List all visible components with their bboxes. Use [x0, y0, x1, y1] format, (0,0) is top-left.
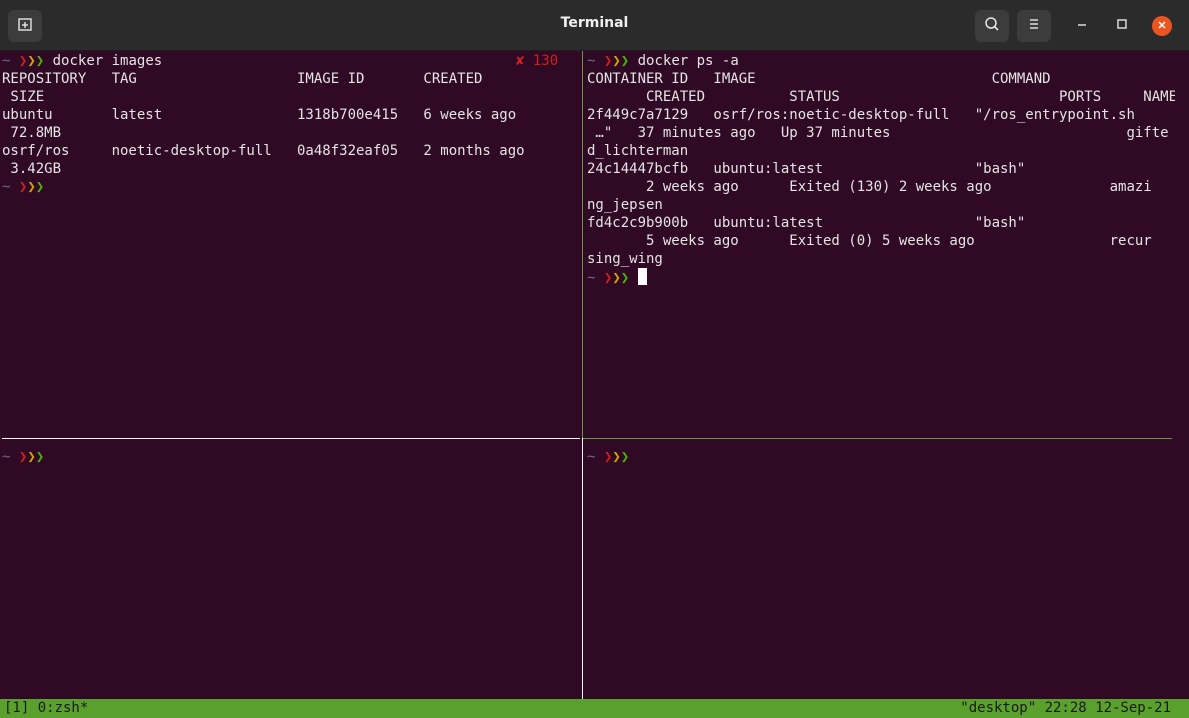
- exit-code: 130: [532, 53, 559, 69]
- error-x-icon: ✘: [516, 53, 525, 69]
- output-line: 72.8MB: [2, 125, 62, 141]
- prompt-line: ~ ❯❯❯: [587, 449, 630, 465]
- output-line: …" 37 minutes ago Up 37 minutes gifte: [587, 125, 1169, 141]
- tmux-status-bar: [1] 0:zsh* "desktop" 22:28 12-Sep-21: [0, 699, 1189, 718]
- pane-top-left[interactable]: ~ ❯❯❯ docker images ✘ 130 REPOSITORY TAG …: [2, 52, 578, 436]
- output-line: ubuntu latest 1318b700e415 6 weeks ago: [2, 107, 517, 123]
- terminal-area[interactable]: ~ ❯❯❯ docker images ✘ 130 REPOSITORY TAG …: [0, 51, 1189, 699]
- exit-status: ✘ 130: [516, 52, 558, 70]
- prompt-arrow-icon: ❯: [612, 270, 621, 286]
- text-cursor: [637, 268, 647, 285]
- output-line: osrf/ros noetic-desktop-full 0a48f32eaf0…: [2, 143, 525, 159]
- menu-button[interactable]: [1017, 10, 1051, 42]
- title-bar[interactable]: Terminal: [0, 0, 1189, 51]
- output-line: 2f449c7a7129 osrf/ros:noetic-desktop-ful…: [587, 107, 1135, 123]
- prompt-line: ~ ❯❯❯ docker ps -a: [587, 53, 739, 69]
- command-text: docker ps -a: [637, 53, 739, 69]
- prompt-arrow-icon: ❯: [35, 53, 45, 69]
- output-line: sing_wing: [587, 251, 663, 267]
- pane-bottom-right[interactable]: ~ ❯❯❯: [587, 448, 1175, 698]
- output-line: REPOSITORY TAG IMAGE ID CREATED: [2, 71, 483, 87]
- maximize-button[interactable]: [1112, 16, 1132, 36]
- output-line: ng_jepsen: [587, 197, 663, 213]
- output-line: SIZE: [2, 89, 45, 105]
- output-line: CREATED STATUS PORTS NAMES: [587, 89, 1175, 105]
- terminal-window: Terminal ~ ❯❯❯ docker images ✘ 130 REPOS…: [0, 0, 1189, 718]
- hamburger-menu-icon: [1027, 17, 1041, 36]
- prompt-arrow-icon: ❯: [35, 449, 45, 465]
- prompt-arrow-icon: ❯: [27, 449, 36, 465]
- search-button[interactable]: [975, 10, 1009, 42]
- output-line: d_lichterman: [587, 143, 689, 159]
- maximize-icon: [1116, 17, 1128, 35]
- prompt-line: ~ ❯❯❯: [2, 179, 45, 195]
- prompt-line: ~ ❯❯❯: [2, 449, 45, 465]
- prompt-arrow-icon: ❯: [620, 270, 630, 286]
- output-line: 5 weeks ago Exited (0) 5 weeks ago recur: [587, 233, 1152, 249]
- pane-top-right[interactable]: ~ ❯❯❯ docker ps -a CONTAINER ID IMAGE CO…: [587, 52, 1175, 436]
- pane-divider-horizontal-right[interactable]: [583, 438, 1172, 439]
- output-line: 24c14447bcfb ubuntu:latest "bash": [587, 161, 1026, 177]
- prompt-arrow-icon: ❯: [620, 449, 630, 465]
- output-line: fd4c2c9b900b ubuntu:latest "bash": [587, 215, 1026, 231]
- output-line: CONTAINER ID IMAGE COMMAND: [587, 71, 1051, 87]
- prompt-arrow-icon: ❯: [612, 53, 621, 69]
- status-host-time: "desktop" 22:28 12-Sep-21: [960, 700, 1171, 716]
- pane-divider-horizontal-left[interactable]: [2, 438, 580, 439]
- status-window-list[interactable]: [1] 0:zsh*: [4, 699, 88, 718]
- prompt-line: ~ ❯❯❯: [587, 268, 1175, 286]
- prompt-arrow-icon: ❯: [27, 179, 36, 195]
- prompt-arrow-icon: ❯: [27, 53, 36, 69]
- window-title: Terminal: [560, 15, 629, 31]
- pane-bottom-left[interactable]: ~ ❯❯❯: [2, 448, 578, 698]
- prompt-line: ~ ❯❯❯ docker images ✘ 130: [2, 52, 559, 70]
- prompt-arrow-icon: ❯: [612, 449, 621, 465]
- minimize-icon: [1076, 17, 1088, 35]
- pane-divider-vertical-top[interactable]: [582, 51, 583, 438]
- close-button[interactable]: [1152, 16, 1172, 36]
- close-icon: [1157, 17, 1167, 35]
- command-text: docker images: [52, 53, 163, 69]
- minimize-button[interactable]: [1072, 16, 1092, 36]
- pane-divider-vertical-bottom[interactable]: [582, 438, 583, 699]
- search-icon: [984, 16, 1000, 37]
- output-line: 2 weeks ago Exited (130) 2 weeks ago ama…: [587, 179, 1152, 195]
- prompt-arrow-icon: ❯: [35, 179, 45, 195]
- prompt-arrow-icon: ❯: [620, 53, 630, 69]
- output-line: 3.42GB: [2, 161, 62, 177]
